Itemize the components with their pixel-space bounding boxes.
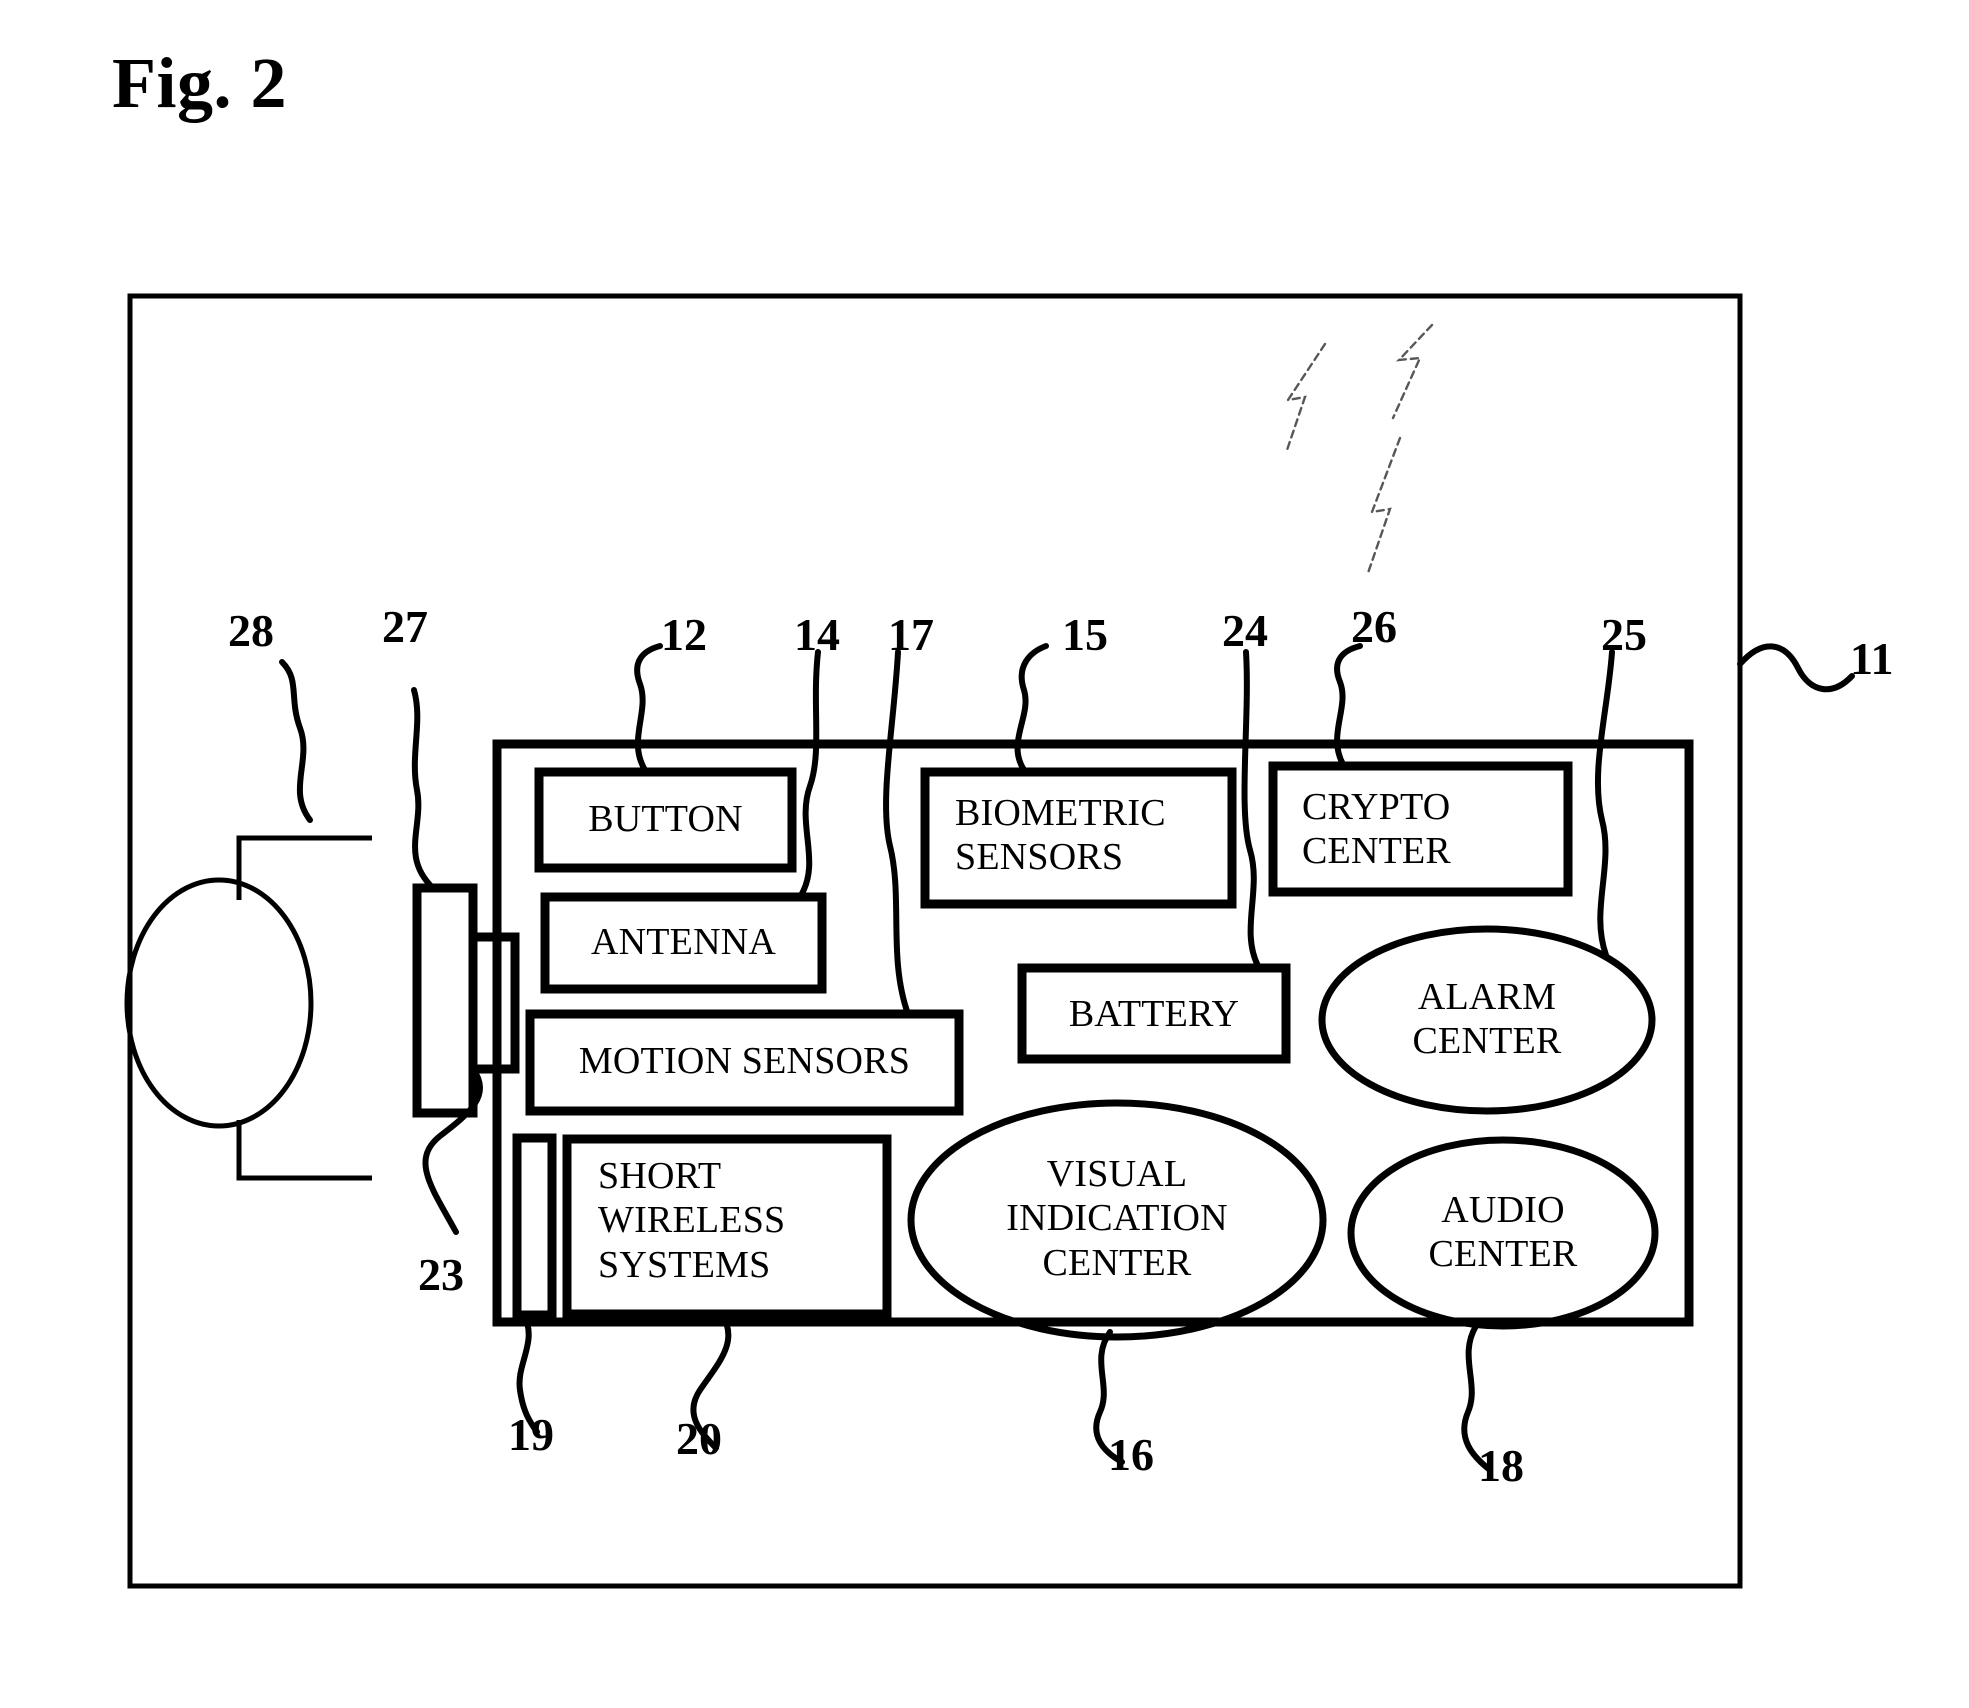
ref-numeral-16: 16 — [1108, 1429, 1154, 1480]
lightning-bolt-icon-3 — [1366, 436, 1402, 575]
ref-numeral-28: 28 — [228, 605, 274, 656]
figure-canvas: Fig. 2 BUTTON ANTENNA MOTION SENSORS BIO… — [0, 0, 1969, 1708]
connector-body-rect — [412, 883, 478, 1118]
ref-numeral-27: 27 — [382, 601, 428, 652]
crypto-center-label: CRYPTO CENTER — [1302, 786, 1451, 873]
antenna-label: ANTENNA — [590, 921, 777, 963]
leader-15 — [1014, 643, 1049, 773]
token-bracket — [236, 835, 372, 1181]
lightning-bolt-icon-1 — [1284, 342, 1327, 455]
ref-numeral-19: 19 — [508, 1409, 554, 1460]
leader-27 — [411, 687, 436, 891]
ref-numeral-20: 20 — [676, 1413, 722, 1464]
ref-numeral-15: 15 — [1062, 609, 1108, 660]
leader-28 — [279, 659, 313, 823]
card-slot-rect — [512, 1133, 557, 1320]
ref-numeral-17: 17 — [888, 609, 934, 660]
alarm-center-label: ALARM CENTER — [1412, 976, 1562, 1063]
button-label: BUTTON — [588, 798, 743, 840]
audio-center-label: AUDIO CENTER — [1428, 1189, 1578, 1276]
ref-numeral-25: 25 — [1601, 609, 1647, 660]
battery-label: BATTERY — [1068, 993, 1240, 1035]
leader-25 — [1594, 649, 1615, 958]
lightning-bolt-icon-2 — [1391, 323, 1434, 420]
leader-24 — [1241, 649, 1261, 969]
outer-enclosure-rect — [127, 293, 1743, 1589]
ref-numeral-11: 11 — [1850, 633, 1894, 684]
leader-12 — [634, 643, 663, 773]
short-wireless-systems-label: SHORT WIRELESS SYSTEMS — [598, 1155, 786, 1286]
ref-numeral-26: 26 — [1351, 601, 1397, 652]
visual-indication-center-label: VISUAL INDICATION CENTER — [1006, 1153, 1228, 1284]
leader-17 — [883, 649, 911, 1017]
motion-sensors-label: MOTION SENSORS — [578, 1040, 911, 1082]
ref-numeral-18: 18 — [1478, 1440, 1524, 1491]
ref-numeral-24: 24 — [1222, 605, 1268, 656]
ref-numeral-12: 12 — [661, 609, 707, 660]
ref-numeral-14: 14 — [794, 609, 840, 660]
external-token-ellipse — [124, 877, 314, 1129]
leader-11 — [1737, 643, 1855, 693]
ref-numeral-23: 23 — [418, 1249, 464, 1300]
leader-14 — [797, 649, 821, 900]
biometric-sensors-label: BIOMETRIC SENSORS — [955, 792, 1166, 879]
lightning-bolt-icon-group — [1284, 323, 1434, 575]
